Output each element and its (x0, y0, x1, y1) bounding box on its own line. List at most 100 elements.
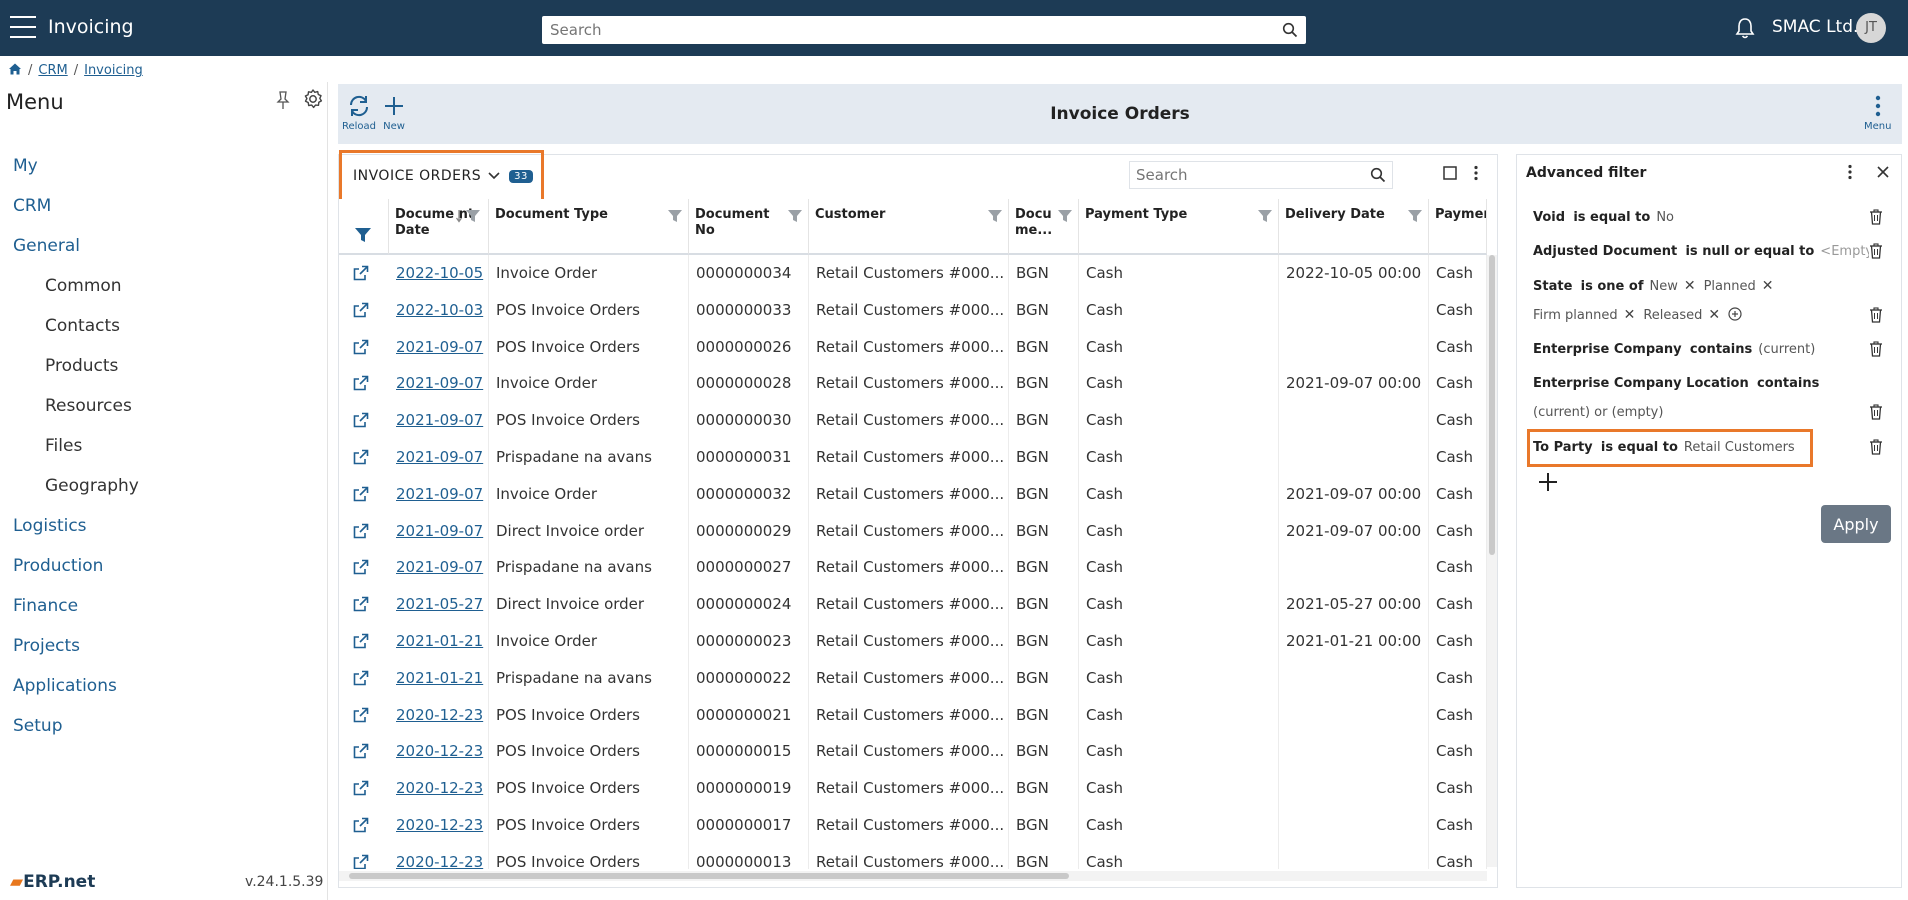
sidebar-item-my[interactable]: My (0, 146, 328, 186)
sidebar-item-production[interactable]: Production (0, 546, 328, 586)
table-row[interactable]: 2020-12-23 POS Invoice Orders 0000000021 Re… (339, 696, 1487, 734)
sidebar-item-products[interactable]: Products (0, 346, 328, 386)
trash-icon[interactable] (1869, 341, 1883, 361)
cell-document-date[interactable]: 2021-09-07 (389, 402, 489, 439)
trash-icon[interactable] (1869, 243, 1883, 263)
filter-row-state[interactable]: State is one of New ✕ Planned ✕ (1533, 278, 1781, 294)
filter-icon[interactable] (988, 209, 1002, 228)
cell-document-date[interactable]: 2021-09-07 (389, 328, 489, 366)
filter-row-to-party[interactable]: To Party is equal to Retail Customers (1533, 440, 1795, 455)
cell-document-date[interactable]: 2020-12-23 (389, 843, 489, 869)
table-row[interactable]: 2021-05-27 Direct Invoice order 0000000024… (339, 586, 1487, 623)
filter-icon[interactable] (1408, 209, 1422, 228)
open-record-icon[interactable] (353, 596, 369, 616)
table-row[interactable]: 2020-12-23 POS Invoice Orders 0000000013 Re… (339, 843, 1487, 869)
table-row[interactable]: 2021-09-07 Prispadane na avans 0000000031 R… (339, 439, 1487, 476)
column-header-document-currency[interactable]: Docu me... (1009, 199, 1079, 255)
table-row[interactable]: 2021-09-07 Invoice Order 0000000028 Retail … (339, 365, 1487, 403)
cell-document-date[interactable]: 2021-01-21 (389, 659, 489, 697)
trash-icon[interactable] (1869, 307, 1883, 327)
filter-row-enterprise-company[interactable]: Enterprise Company contains (current) (1533, 342, 1815, 357)
cell-document-date[interactable]: 2020-12-23 (389, 807, 489, 844)
grid-view-selector[interactable]: INVOICE ORDERS 33 (339, 150, 544, 202)
sort-filter-icon[interactable] (455, 209, 482, 228)
cell-document-date[interactable]: 2021-01-21 (389, 623, 489, 660)
open-record-icon[interactable] (353, 633, 369, 653)
company-name[interactable]: SMAC Ltd. (1772, 17, 1858, 37)
open-record-icon[interactable] (353, 854, 369, 869)
table-row[interactable]: 2021-09-07 Prispadane na avans 0000000027 R… (339, 549, 1487, 587)
table-row[interactable]: 2021-01-21 Prispadane na avans 0000000022 R… (339, 659, 1487, 697)
close-icon[interactable] (1875, 164, 1891, 184)
cell-document-date[interactable]: 2020-12-23 (389, 696, 489, 734)
open-record-icon[interactable] (353, 339, 369, 359)
sidebar-item-crm[interactable]: CRM (0, 186, 328, 226)
cell-document-date[interactable]: 2021-09-07 (389, 549, 489, 587)
horizontal-scrollbar[interactable] (339, 871, 1487, 881)
sidebar-item-setup[interactable]: Setup (0, 706, 328, 746)
open-record-icon[interactable] (353, 412, 369, 432)
column-header-customer[interactable]: Customer (809, 199, 1009, 255)
open-record-icon[interactable] (353, 743, 369, 763)
cell-document-date[interactable]: 2022-10-05 (389, 255, 489, 292)
filter-icon[interactable] (788, 209, 802, 228)
table-row[interactable]: 2021-01-21 Invoice Order 0000000023 Retail … (339, 623, 1487, 660)
column-header-delivery-date[interactable]: Delivery Date (1279, 199, 1429, 255)
open-record-icon[interactable] (353, 817, 369, 837)
column-header-document-date[interactable]: Docume nt Date (389, 199, 489, 255)
cell-document-date[interactable]: 2020-12-23 (389, 770, 489, 807)
open-record-icon[interactable] (353, 486, 369, 506)
open-record-icon[interactable] (353, 523, 369, 543)
reload-button[interactable]: Reload (342, 94, 376, 132)
search-icon[interactable] (1370, 167, 1386, 187)
column-header-payment-type[interactable]: Payment Type (1079, 199, 1279, 255)
hamburger-menu-icon[interactable] (10, 16, 36, 38)
remove-chip-icon[interactable]: ✕ (1624, 307, 1636, 323)
column-header-document-type[interactable]: Document Type (489, 199, 689, 255)
toolbar-menu-button[interactable]: Menu (1864, 94, 1891, 132)
cell-document-date[interactable]: 2021-09-07 (389, 365, 489, 403)
gear-icon[interactable] (302, 88, 324, 114)
table-row[interactable]: 2021-09-07 Direct Invoice order 0000000029… (339, 512, 1487, 550)
filter-icon[interactable] (668, 209, 682, 228)
layout-toggle-icon[interactable] (1442, 165, 1458, 185)
open-record-icon[interactable] (353, 449, 369, 469)
new-button[interactable]: New (382, 94, 406, 132)
open-record-icon[interactable] (353, 670, 369, 690)
table-row[interactable]: 2021-09-07 POS Invoice Orders 0000000030 Re… (339, 402, 1487, 439)
sidebar-item-finance[interactable]: Finance (0, 586, 328, 626)
sidebar-item-resources[interactable]: Resources (0, 386, 328, 426)
trash-icon[interactable] (1869, 209, 1883, 229)
sidebar-item-contacts[interactable]: Contacts (0, 306, 328, 346)
filter-row-void[interactable]: Void is equal to No (1533, 210, 1674, 225)
avatar[interactable]: JT (1856, 13, 1886, 43)
table-row[interactable]: 2021-09-07 Invoice Order 0000000032 Retail … (339, 475, 1487, 513)
open-record-icon[interactable] (353, 707, 369, 727)
cell-document-date[interactable]: 2021-09-07 (389, 512, 489, 550)
sidebar-item-files[interactable]: Files (0, 426, 328, 466)
filter-row-adjusted-document[interactable]: Adjusted Document is null or equal to <Em… (1533, 244, 1869, 259)
open-record-icon[interactable] (353, 559, 369, 579)
cell-document-date[interactable]: 2022-10-03 (389, 291, 489, 329)
vertical-scrollbar[interactable] (1487, 255, 1497, 867)
table-row[interactable]: 2020-12-23 POS Invoice Orders 0000000015 Re… (339, 733, 1487, 771)
filter-row-enterprise-company-location[interactable]: Enterprise Company Location contains (1533, 376, 1819, 391)
table-row[interactable]: 2020-12-23 POS Invoice Orders 0000000017 Re… (339, 807, 1487, 844)
filter-icon[interactable] (1058, 209, 1072, 228)
breadcrumb-invoicing[interactable]: Invoicing (84, 63, 143, 78)
cell-document-date[interactable]: 2021-05-27 (389, 586, 489, 623)
column-header-payment[interactable]: Paymer (1429, 199, 1487, 255)
breadcrumb-crm[interactable]: CRM (38, 63, 67, 78)
bell-icon[interactable] (1734, 16, 1756, 44)
kebab-menu-icon[interactable] (1847, 164, 1853, 184)
kebab-menu-icon[interactable] (1473, 165, 1479, 185)
filter-icon[interactable] (1258, 209, 1272, 228)
add-value-icon[interactable] (1728, 307, 1742, 323)
sidebar-item-logistics[interactable]: Logistics (0, 506, 328, 546)
home-icon[interactable] (8, 62, 22, 79)
sidebar-item-general[interactable]: General (0, 226, 328, 266)
table-row[interactable]: 2022-10-03 POS Invoice Orders 0000000033 Re… (339, 291, 1487, 329)
search-icon[interactable] (1282, 22, 1298, 42)
remove-chip-icon[interactable]: ✕ (1684, 278, 1696, 294)
sidebar-item-common[interactable]: Common (0, 266, 328, 306)
